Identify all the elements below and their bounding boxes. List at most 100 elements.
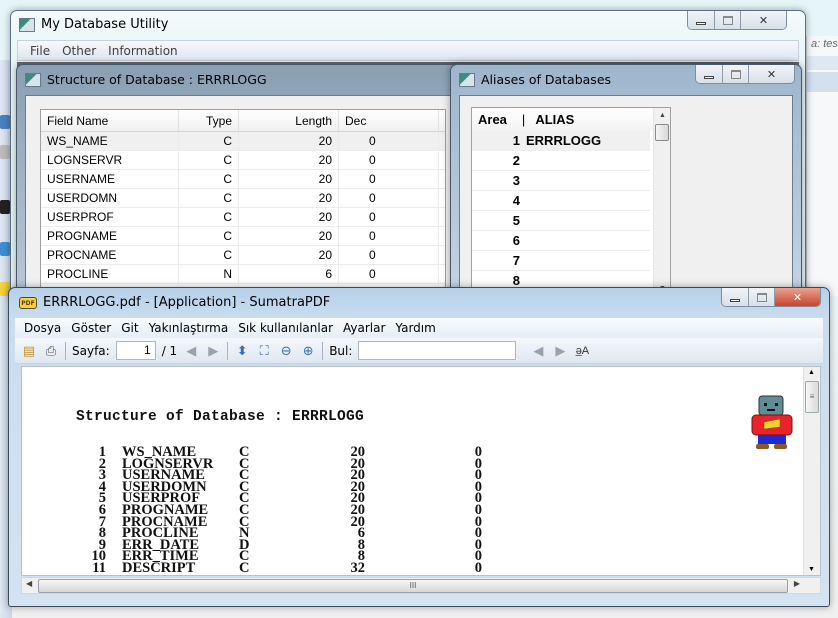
scroll-down-icon[interactable]: ▼ <box>808 566 815 573</box>
fit-width-icon[interactable]: ⛶ <box>256 343 272 359</box>
zoom-out-icon[interactable]: ⊖ <box>278 343 294 359</box>
pdf-window-titlebar[interactable]: PDF ERRRLOGG.pdf - [Application] - Sumat… <box>9 288 829 318</box>
scroll-left-icon[interactable]: ◀ <box>26 579 32 588</box>
desktop-icon <box>0 200 10 214</box>
table-row[interactable]: USERDOMN C 20 0 <box>41 189 445 208</box>
minimize-icon <box>696 21 706 25</box>
menu-ayarlar[interactable]: Ayarlar <box>338 321 390 335</box>
dec-cell: 0 <box>339 265 439 283</box>
list-item[interactable]: 7 <box>472 251 650 271</box>
scroll-up-icon[interactable]: ▲ <box>808 369 815 376</box>
match-case-icon[interactable]: ə̲A <box>574 343 590 359</box>
pdf-field-list: 1 WS_NAME C 20 0 2 LOGNSERVR C 20 0 3 USERNAME C 20 0 4… <box>76 444 483 576</box>
scroll-right-icon[interactable]: ▶ <box>794 579 800 588</box>
list-item[interactable]: 5 <box>472 211 650 231</box>
list-item[interactable]: 6 <box>472 231 650 251</box>
alias-name: ERRRLOGG <box>526 133 602 148</box>
find-next-icon[interactable]: ▶ <box>552 343 568 359</box>
field-dec: 0 <box>474 548 482 565</box>
area-number: 3 <box>512 173 520 188</box>
menu-goster[interactable]: Göster <box>66 321 116 335</box>
table-row[interactable]: USERPROF C 20 0 <box>41 208 445 227</box>
fit-page-icon[interactable]: ⬍ <box>234 343 250 359</box>
aliases-list[interactable]: Area | ALIAS 1 ERRRLOGG 2 3 4 5 6 7 8 ▲ ▼ <box>471 107 671 297</box>
maximize-button[interactable] <box>749 288 775 306</box>
pdf-document-view[interactable]: Structure of Database : ERRRLOGG 1 WS_NAM… <box>21 366 821 576</box>
minimize-button[interactable] <box>722 288 749 306</box>
pdf-toolbar: ▤ ⎙ Sayfa: 1 / 1 ◀ ▶ ⬍ ⛶ ⊖ ⊕ Bul: ◀ ▶ ə̲… <box>15 338 823 364</box>
maximize-icon <box>756 292 767 302</box>
pdf-vertical-scrollbar[interactable]: ▲ ≡ ▼ <box>803 367 820 575</box>
main-window-titlebar[interactable]: My Database Utility ✕ <box>11 11 805 41</box>
minimize-button[interactable] <box>688 11 715 29</box>
close-button[interactable]: ✕ <box>775 288 820 306</box>
menu-yakinlastirma[interactable]: Yakınlaştırma <box>144 321 234 335</box>
table-row[interactable]: LOGNSERVR C 20 0 <box>41 151 445 170</box>
table-row[interactable]: WS_NAME C 20 0 <box>41 132 445 151</box>
next-page-icon[interactable]: ▶ <box>205 343 221 359</box>
menu-information[interactable]: Information <box>102 44 183 58</box>
maximize-button[interactable] <box>723 65 749 83</box>
minimize-icon <box>704 75 714 79</box>
pdf-horizontal-scrollbar[interactable]: ◀ III ▶ <box>21 577 821 594</box>
toolbar-separator <box>65 341 66 360</box>
desktop-icon <box>0 242 10 256</box>
grid-header: Field Name Type Length Dec <box>41 110 445 132</box>
column-header-type[interactable]: Type <box>179 110 239 131</box>
type-cell: C <box>179 151 239 169</box>
menu-git[interactable]: Git <box>116 321 143 335</box>
length-cell: 20 <box>239 170 339 188</box>
table-row[interactable]: PROGNAME C 20 0 <box>41 227 445 246</box>
menu-file[interactable]: File <box>24 44 56 58</box>
structure-grid[interactable]: Field Name Type Length Dec WS_NAME C 20 0 LO… <box>40 109 446 309</box>
aliases-vertical-scrollbar[interactable]: ▲ ▼ <box>653 108 670 296</box>
maximize-icon <box>722 15 733 25</box>
print-icon[interactable]: ⎙ <box>43 343 59 359</box>
page-number-input[interactable]: 1 <box>115 341 156 360</box>
aliases-caption-buttons: ✕ <box>695 65 795 84</box>
field-dec: 0 <box>474 525 482 542</box>
field-dec: 0 <box>474 455 482 472</box>
app-window-icon <box>25 73 41 87</box>
type-cell: C <box>179 189 239 207</box>
menu-dosya[interactable]: Dosya <box>19 321 66 335</box>
aliases-window-titlebar[interactable]: Aliases of Databases ✕ <box>451 65 801 95</box>
list-item[interactable]: 3 <box>472 171 650 191</box>
minimize-button[interactable] <box>696 65 723 83</box>
table-row[interactable]: USERNAME C 20 0 <box>41 170 445 189</box>
find-input[interactable] <box>358 341 517 360</box>
table-row[interactable]: PROCNAME C 20 0 <box>41 246 445 265</box>
list-item[interactable]: 1 ERRRLOGG <box>472 131 650 151</box>
menu-yardim[interactable]: Yardım <box>390 321 440 335</box>
maximize-button[interactable] <box>715 11 741 29</box>
close-icon: ✕ <box>792 291 803 304</box>
scroll-up-icon[interactable]: ▲ <box>654 112 670 119</box>
list-item[interactable]: 4 <box>472 191 650 211</box>
menu-other[interactable]: Other <box>56 44 102 58</box>
open-file-icon[interactable]: ▤ <box>21 343 37 359</box>
column-header-dec[interactable]: Dec <box>339 110 439 131</box>
menu-sik-kullanilanlar[interactable]: Sık kullanılanlar <box>233 321 338 335</box>
aliases-list-body: 1 ERRRLOGG 2 3 4 5 6 7 8 <box>472 131 670 291</box>
field-length: 8 <box>357 536 365 553</box>
close-button[interactable]: ✕ <box>749 65 794 83</box>
minimize-icon <box>730 298 740 302</box>
scrollbar-thumb[interactable]: ≡ <box>805 381 819 413</box>
field-dec: 0 <box>474 444 482 460</box>
desktop-icon <box>0 145 10 159</box>
scrollbar-thumb[interactable]: III <box>38 579 788 593</box>
list-item[interactable]: 2 <box>472 151 650 171</box>
scrollbar-thumb[interactable] <box>655 124 669 141</box>
column-header-length[interactable]: Length <box>239 110 339 131</box>
column-header-field-name[interactable]: Field Name <box>41 110 179 131</box>
table-row[interactable]: PROCLINE N 6 0 <box>41 265 445 284</box>
field-length: 32 <box>350 559 366 576</box>
dec-cell: 0 <box>339 170 439 188</box>
previous-page-icon[interactable]: ◀ <box>183 343 199 359</box>
app-window-icon <box>19 18 35 32</box>
zoom-in-icon[interactable]: ⊕ <box>300 343 316 359</box>
close-button[interactable]: ✕ <box>741 11 786 29</box>
length-cell: 20 <box>239 151 339 169</box>
main-window-title: My Database Utility <box>41 17 169 32</box>
find-previous-icon[interactable]: ◀ <box>530 343 546 359</box>
